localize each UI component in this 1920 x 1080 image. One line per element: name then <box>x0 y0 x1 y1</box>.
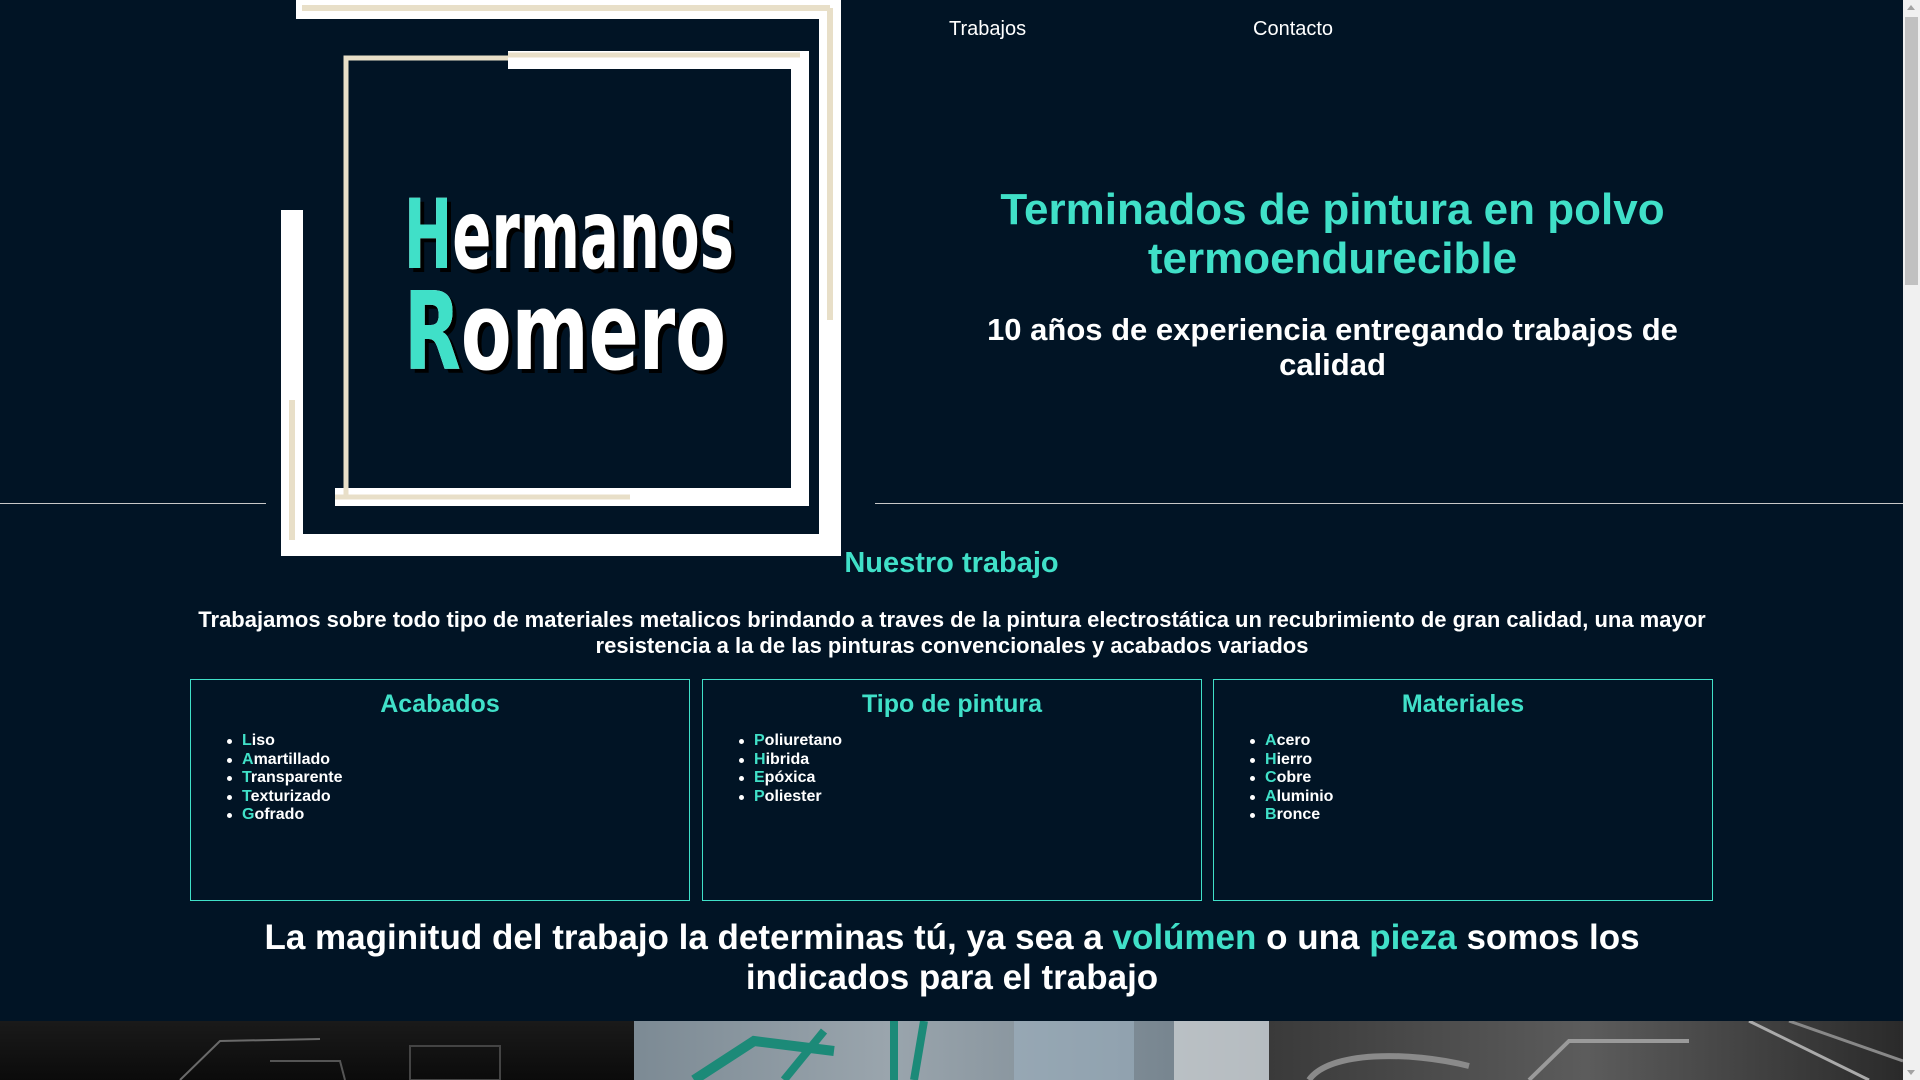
card-title: Tipo de pintura <box>861 690 1043 718</box>
divider-right <box>875 503 1905 504</box>
card-tipo-de-pintura: Tipo de pintura Poliuretano Hibrida Epóx… <box>702 679 1202 901</box>
list-item: Poliester <box>739 788 1201 807</box>
hero-title: Terminados de pintura en polvo termoendu… <box>1000 185 1665 283</box>
logo-initial-r: Romero <box>404 270 726 395</box>
card-list: Poliuretano Hibrida Epóxica Poliester <box>739 732 1201 807</box>
page: Trabajos Contacto Hermanos Hermanos Rome… <box>0 0 1920 1080</box>
vertical-scrollbar[interactable] <box>1903 0 1920 1080</box>
list-item: Bronce <box>1250 806 1712 825</box>
scroll-down-icon[interactable] <box>1907 1070 1915 1075</box>
list-item: Hierro <box>1250 751 1712 770</box>
gallery-image-1-art <box>179 1038 501 1080</box>
list-item: Cobre <box>1250 769 1712 788</box>
nav-link-contacto[interactable]: Contacto <box>1253 18 1333 41</box>
gallery-image-3-art <box>1306 1021 1903 1080</box>
brand-logo: Hermanos Hermanos Romero Romero Hermanos… <box>280 0 860 565</box>
divider-left <box>0 503 266 504</box>
tagline-highlight-volumen: volúmen <box>1112 918 1257 957</box>
card-materiales: Materiales Acero Hierro Cobre Aluminio B… <box>1213 679 1713 901</box>
list-item: Texturizado <box>227 788 689 807</box>
list-item: Amartillado <box>227 751 689 770</box>
list-item: Gofrado <box>227 806 689 825</box>
list-item: Epóxica <box>739 769 1201 788</box>
card-list: Acero Hierro Cobre Aluminio Bronce <box>1250 732 1712 825</box>
gallery-image-1[interactable] <box>0 1021 634 1080</box>
gallery-image-2[interactable] <box>634 1021 1269 1080</box>
gallery-image-2-art <box>691 1021 1269 1080</box>
hero-subtitle: 10 años de experiencia entregando trabaj… <box>987 312 1678 382</box>
list-item: Transparente <box>227 769 689 788</box>
card-title: Materiales <box>1401 690 1525 718</box>
list-item: Hibrida <box>739 751 1201 770</box>
scroll-up-icon[interactable] <box>1907 5 1915 10</box>
list-item: Aluminio <box>1250 788 1712 807</box>
gallery-image-3[interactable] <box>1269 1021 1903 1080</box>
scrollbar-thumb[interactable] <box>1905 17 1918 285</box>
nav-link-trabajos[interactable]: Trabajos <box>949 18 1026 41</box>
list-item: Liso <box>227 732 689 751</box>
card-acabados: Acabados Liso Amartillado Transparente T… <box>190 679 690 901</box>
section-description: Trabajamos sobre todo tipo de materiales… <box>198 607 1706 658</box>
list-item: Poliuretano <box>739 732 1201 751</box>
list-item: Acero <box>1250 732 1712 751</box>
card-list: Liso Amartillado Transparente Texturizad… <box>227 732 689 825</box>
card-title: Acabados <box>380 690 500 718</box>
tagline-highlight-pieza: pieza <box>1369 918 1457 957</box>
section-title: Nuestro trabajo <box>844 547 1059 579</box>
tagline: La maginitud del trabajo la determinas t… <box>264 918 1640 997</box>
